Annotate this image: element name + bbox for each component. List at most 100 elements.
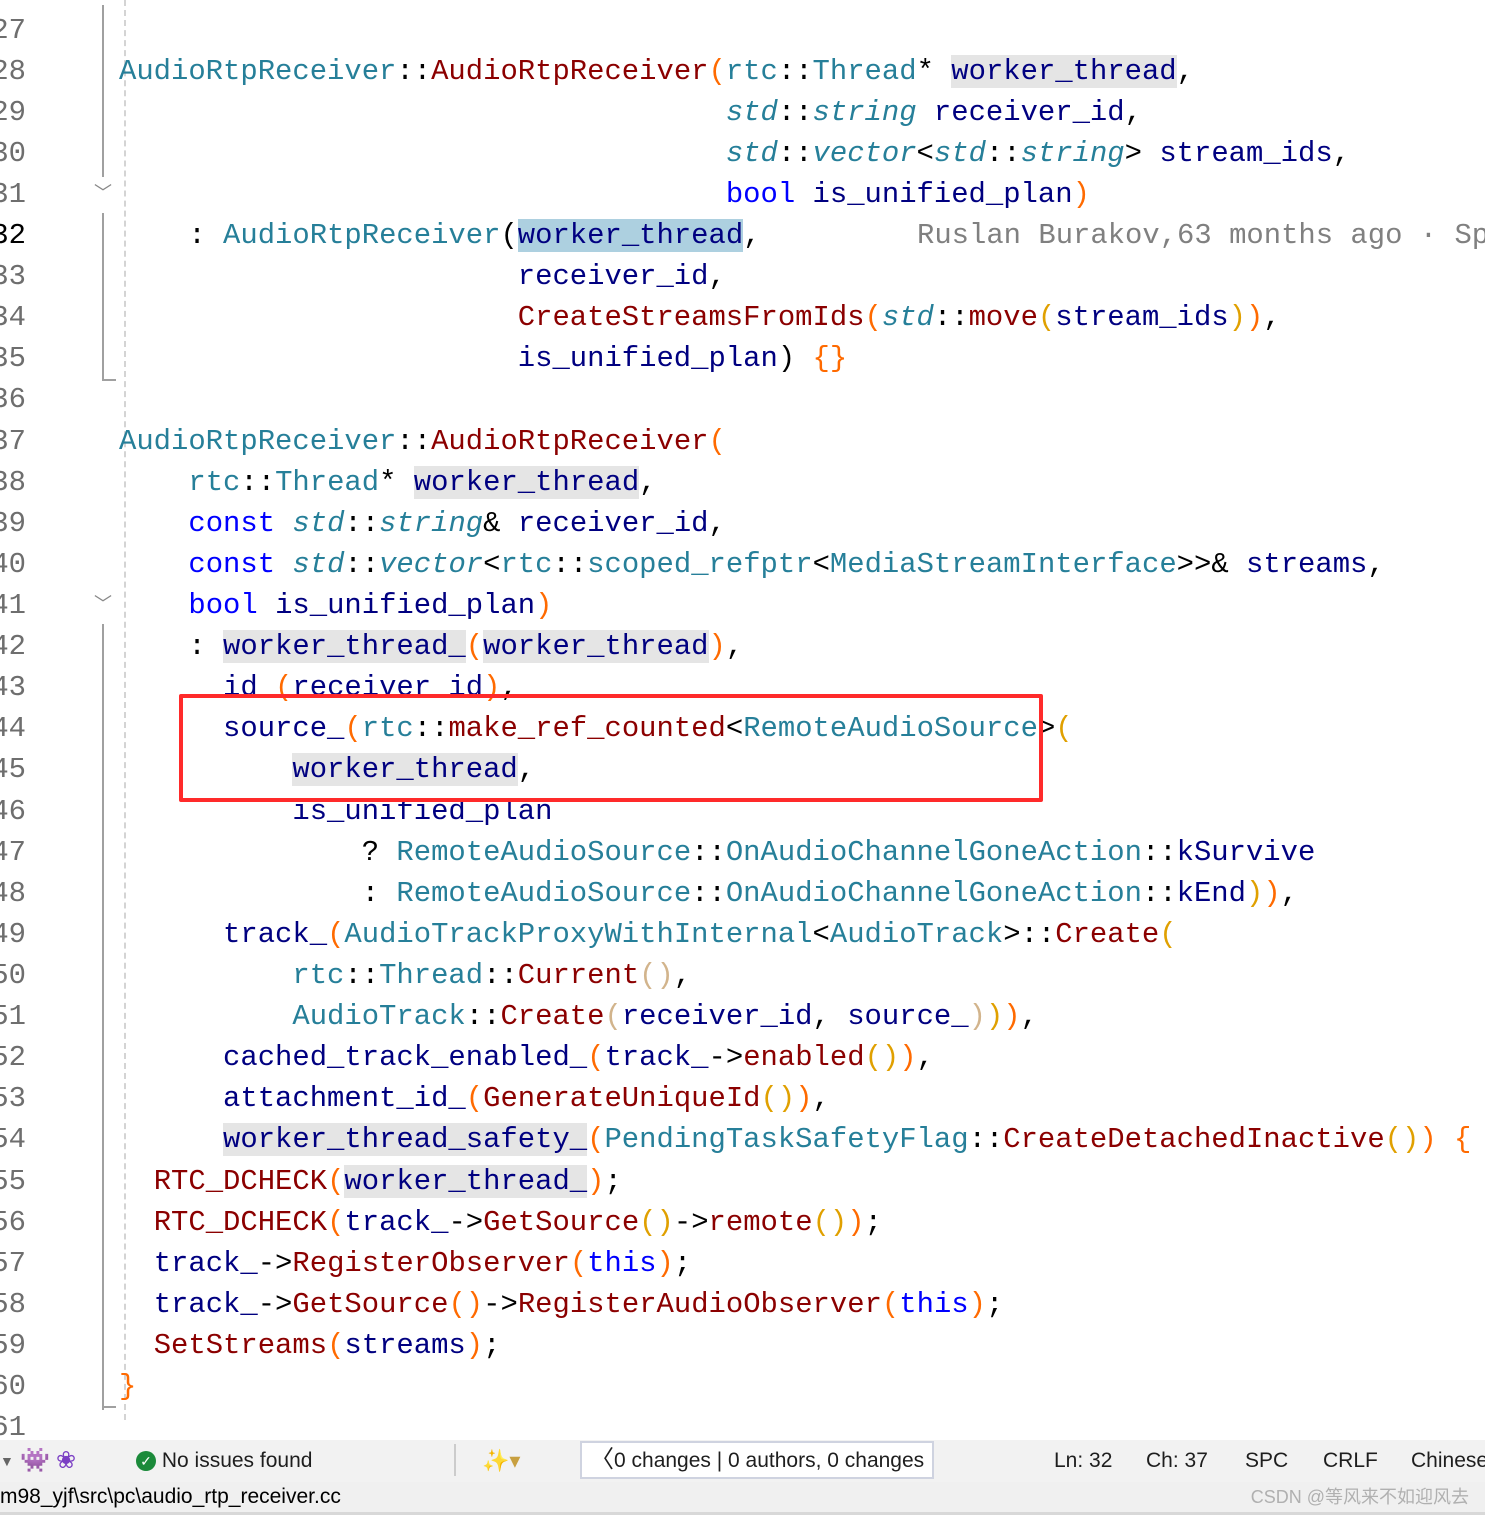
code-token: SetStreams: [153, 1329, 328, 1362]
code-cleanup-icon[interactable]: ✨▾: [482, 1440, 520, 1482]
line-code: is_unified_plan) {}: [119, 338, 847, 379]
code-token: (): [448, 1287, 484, 1321]
code-token: ->: [708, 1041, 744, 1075]
code-token: AudioRtpReceiver: [431, 424, 709, 458]
line-code: AudioTrack::Create(receiver_id, source_)…: [119, 996, 1038, 1037]
fold-chevron-icon[interactable]: ﹀: [92, 185, 114, 203]
line-number: 50: [0, 959, 26, 993]
divider: [454, 1444, 456, 1476]
line-code: rtc::Thread::Current(),: [119, 955, 691, 996]
code-token: ,: [1332, 136, 1351, 170]
line-code: std::string receiver_id,: [119, 92, 1142, 133]
line-code: const std::string& receiver_id,: [119, 503, 726, 544]
issues-indicator[interactable]: ✓ No issues found: [136, 1440, 312, 1482]
code-token: receiver_id: [621, 1000, 813, 1034]
change-bar: [102, 5, 104, 177]
line-code: : RemoteAudioSource::OnAudioChannelGoneA…: [119, 873, 1298, 914]
line-code: receiver_id,: [119, 256, 726, 297]
code-token: (: [327, 917, 345, 951]
line-code: ? RemoteAudioSource::OnAudioChannelGoneA…: [119, 832, 1316, 873]
change-bar: [102, 213, 104, 381]
code-token: AudioTrackProxyWithInternal: [344, 917, 813, 951]
code-token: worker_thread: [483, 630, 709, 664]
chevron-left-icon[interactable]: 〈: [590, 1446, 614, 1473]
code-token: track_: [223, 917, 328, 951]
line-number: 27: [0, 13, 26, 47]
code-token: Current: [517, 959, 640, 993]
line-number: 37: [0, 424, 26, 458]
code-token: (: [465, 1082, 484, 1116]
code-token: worker_thread: [517, 219, 744, 253]
line-ending[interactable]: CRLF: [1323, 1440, 1378, 1482]
code-token: AudioTrack: [292, 1000, 466, 1034]
code-token: string: [379, 506, 484, 540]
code-editor[interactable]: ﹀ ﹀ 2728AudioRtpReceiver::AudioRtpReceiv…: [0, 0, 1485, 1440]
line-number: 36: [0, 383, 26, 417]
fold-chevron-icon[interactable]: ﹀: [92, 596, 114, 614]
copilot-icon[interactable]: 👾: [20, 1440, 50, 1482]
code-token: receiver_id: [517, 506, 709, 540]
line-number: 41: [0, 589, 26, 623]
git-blame-annotation[interactable]: Ruslan Burakov,63 months ago · Spl: [917, 215, 1485, 256]
code-token: RegisterObserver: [292, 1246, 570, 1280]
code-token: ,: [1263, 301, 1281, 335]
git-changes-panel[interactable]: 〈0 changes | 0 authors, 0 changes: [580, 1441, 935, 1479]
line-number: 29: [0, 95, 26, 129]
line-number: 52: [0, 1041, 26, 1075]
indent-mode[interactable]: SPC: [1245, 1440, 1288, 1482]
code-token: (): [864, 1041, 900, 1075]
code-token: std: [725, 136, 778, 170]
line-code: }: [119, 1366, 136, 1407]
code-token: scoped_refptr: [587, 547, 813, 581]
code-token: ): [985, 1000, 1004, 1034]
code-token: ;: [604, 1164, 622, 1198]
encoding[interactable]: Chinese: [1411, 1440, 1485, 1482]
code-token: ->: [257, 1246, 293, 1280]
code-token: ::: [552, 547, 588, 581]
ai-assist-icon[interactable]: ❀: [56, 1440, 76, 1482]
code-token: {: [1454, 1123, 1472, 1157]
code-token: ->: [483, 1287, 518, 1321]
code-token: ): [1072, 177, 1090, 211]
code-token: receiver_id: [517, 260, 709, 294]
code-token: ;: [483, 1329, 501, 1362]
line-code: attachment_id_(GenerateUniqueId()),: [119, 1078, 830, 1119]
code-token: ,: [812, 1000, 848, 1034]
line-code: track_->RegisterObserver(this);: [119, 1243, 692, 1284]
code-token: ): [708, 630, 726, 664]
code-token: ,: [743, 219, 761, 253]
code-token: ::: [691, 876, 726, 910]
line-code: track_->GetSource()->RegisterAudioObserv…: [119, 1284, 1004, 1325]
line-code: const std::vector<rtc::scoped_refptr<Med…: [119, 544, 1384, 585]
dropdown-arrow-icon[interactable]: ▼: [0, 1440, 14, 1482]
code-token: ::: [344, 959, 380, 993]
code-token: GenerateUniqueId: [483, 1082, 761, 1116]
line-number: 38: [0, 465, 26, 499]
code-token: kEnd: [1176, 876, 1246, 910]
code-token: RemoteAudioSource: [396, 835, 692, 869]
code-token: ::: [933, 301, 969, 335]
line-number: 28: [0, 54, 26, 88]
code-token: ::: [691, 835, 726, 869]
code-token: (: [708, 424, 726, 458]
code-token: ,: [725, 630, 744, 664]
line-code: rtc::Thread* worker_thread,: [119, 462, 657, 503]
code-token: ::: [344, 506, 380, 540]
code-token: std: [881, 301, 934, 335]
code-token: worker_thread_: [223, 630, 466, 664]
code-token: stream_ids: [1055, 301, 1229, 335]
line-indicator[interactable]: Ln: 32: [1054, 1440, 1112, 1482]
code-token: this: [587, 1246, 657, 1280]
code-token: ): [1419, 1123, 1437, 1157]
code-token: ): [1263, 876, 1281, 910]
code-token: <: [483, 547, 501, 581]
column-indicator[interactable]: Ch: 37: [1146, 1440, 1208, 1482]
code-token: (: [465, 630, 484, 664]
line-number: 47: [0, 835, 26, 869]
code-token: ->: [448, 1205, 484, 1239]
code-token: rtc: [500, 547, 553, 581]
